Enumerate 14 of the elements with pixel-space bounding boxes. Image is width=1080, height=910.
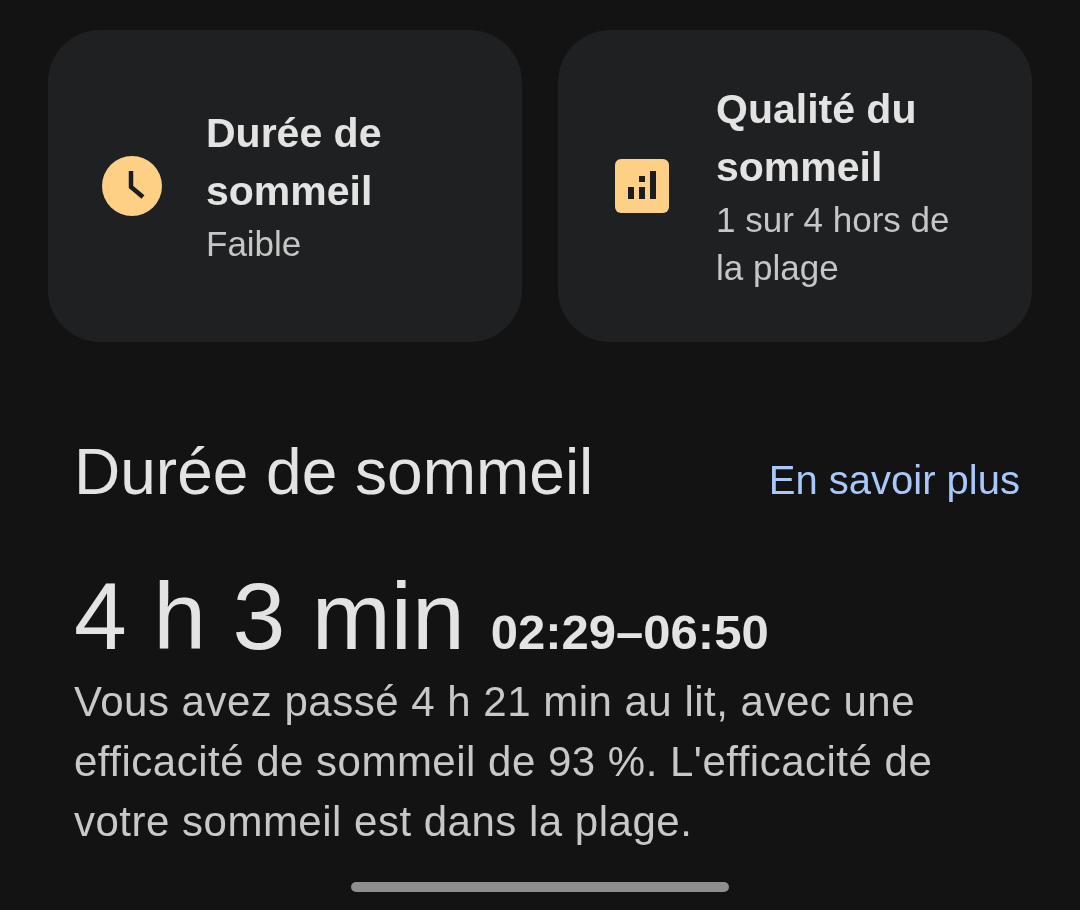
summary-card[interactable]: Durée de sommeil Faible — [48, 30, 522, 342]
duration-value: 4 h 3 min — [74, 569, 465, 664]
card-title: Durée de sommeil — [206, 109, 383, 216]
clock-icon — [102, 156, 162, 216]
bar-chart-icon — [615, 159, 669, 213]
learn-more-link[interactable]: En savoir plus — [768, 458, 1020, 503]
description-text: Vous avez passé 4 h 21 min au lit, avec une efficacité de sommeil de 93 %. L'efficacité de votre sommeil est dans la plage. — [74, 677, 934, 847]
summary-card[interactable]: Qualité du sommeil 1 sur 4 hors de la plage — [558, 30, 1032, 342]
gesture-bar[interactable] — [351, 882, 729, 892]
section-heading: Durée de sommeil — [74, 435, 594, 510]
card-subtitle: Faible — [206, 223, 303, 265]
card-subtitle: 1 sur 4 hors de la plage — [716, 199, 951, 289]
card-title: Qualité du sommeil — [716, 85, 918, 192]
time-range: 02:29–06:50 — [490, 608, 769, 657]
